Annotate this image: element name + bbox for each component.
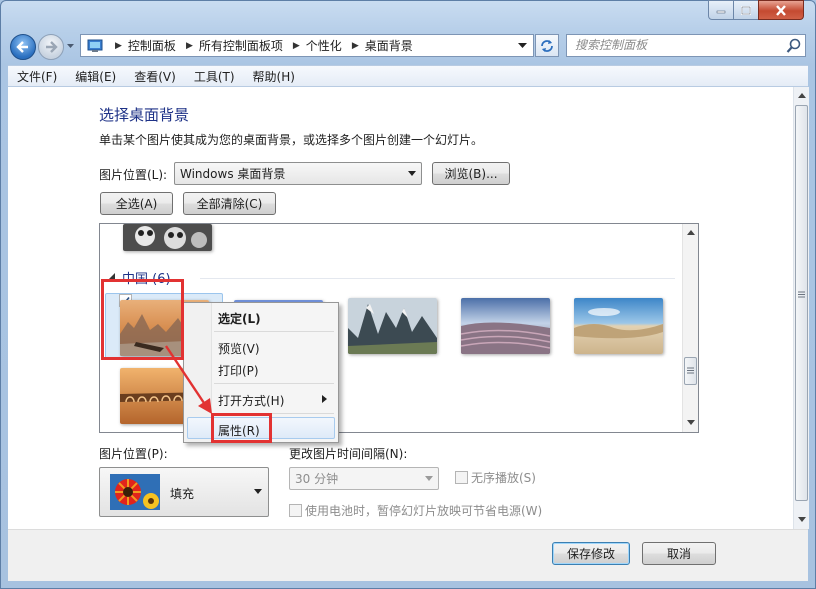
page-title: 选择桌面背景 xyxy=(99,106,190,124)
minimize-button[interactable] xyxy=(708,0,734,20)
menu-view[interactable]: 查看(V) xyxy=(125,68,185,85)
flower-preview-icon xyxy=(110,474,160,510)
scroll-up-icon[interactable] xyxy=(687,230,695,235)
wallpaper-thumb-top[interactable] xyxy=(123,224,212,251)
scroll-grip-icon xyxy=(687,367,694,374)
back-button[interactable] xyxy=(10,34,36,60)
breadcrumb-arrow-icon[interactable]: ▶ xyxy=(186,41,193,51)
arrow-right-icon xyxy=(46,41,58,53)
menu-item-open-with[interactable]: 打开方式(H) xyxy=(218,392,284,409)
recent-pages-chevron-icon[interactable] xyxy=(66,43,75,49)
menu-item-print[interactable]: 打印(P) xyxy=(218,362,259,379)
menu-separator xyxy=(214,331,334,332)
browse-button[interactable]: 浏览(B)... xyxy=(432,162,510,185)
breadcrumb-arrow-icon[interactable]: ▶ xyxy=(352,41,359,51)
menu-item-preview[interactable]: 预览(V) xyxy=(218,340,260,357)
breadcrumb-desktop-background[interactable]: 桌面背景 xyxy=(365,37,413,54)
shuffle-label: 无序播放(S) xyxy=(471,471,536,485)
breadcrumb-personalization[interactable]: 个性化 xyxy=(306,37,342,54)
clear-all-button[interactable]: 全部清除(C) xyxy=(183,192,276,215)
chevron-down-icon xyxy=(254,489,262,494)
scroll-down-icon[interactable] xyxy=(798,517,806,522)
position-select-value: 填充 xyxy=(170,487,195,501)
menu-edit[interactable]: 编辑(E) xyxy=(66,68,125,85)
position-label: 图片位置(P): xyxy=(99,447,168,461)
breadcrumb-arrow-icon[interactable]: ▶ xyxy=(293,41,300,51)
position-select[interactable]: 填充 xyxy=(99,467,269,517)
menu-separator xyxy=(214,383,334,384)
wallpaper-thumb-terraces[interactable] xyxy=(461,298,550,354)
breadcrumb-all-items[interactable]: 所有控制面板项 xyxy=(199,37,283,54)
shuffle-checkbox[interactable] xyxy=(455,471,468,484)
address-bar[interactable]: ▶ 控制面板 ▶ 所有控制面板项 ▶ 个性化 ▶ 桌面背景 xyxy=(80,34,534,57)
page-subtitle: 单击某个图片使其成为您的桌面背景，或选择多个图片创建一个幻灯片。 xyxy=(99,133,484,147)
address-dropdown-icon[interactable] xyxy=(518,43,527,49)
cancel-button[interactable]: 取消 xyxy=(642,542,716,565)
forward-button[interactable] xyxy=(38,34,64,60)
page-scrollbar-thumb[interactable] xyxy=(795,105,808,501)
control-panel-icon xyxy=(87,39,103,52)
menu-item-select[interactable]: 选定(L) xyxy=(218,310,261,327)
scroll-up-icon[interactable] xyxy=(798,93,806,98)
interval-select[interactable]: 30 分钟 xyxy=(289,467,439,490)
group-divider xyxy=(200,278,675,279)
arrow-left-icon xyxy=(16,41,28,53)
breadcrumb-control-panel[interactable]: 控制面板 xyxy=(128,37,176,54)
select-all-button[interactable]: 全选(A) xyxy=(100,192,173,215)
scroll-grip-icon xyxy=(798,291,805,298)
scroll-down-icon[interactable] xyxy=(687,420,695,425)
annotation-box-properties xyxy=(211,413,272,443)
gallery-scrollbar[interactable] xyxy=(682,224,698,432)
chevron-down-icon xyxy=(425,476,433,481)
menu-help[interactable]: 帮助(H) xyxy=(244,68,304,85)
search-input[interactable]: 搜索控制面板 xyxy=(566,34,806,57)
chevron-down-icon xyxy=(408,171,416,176)
save-changes-button[interactable]: 保存修改 xyxy=(552,542,630,565)
maximize-icon xyxy=(741,5,751,15)
maximize-button[interactable] xyxy=(733,0,759,20)
interval-label: 更改图片时间间隔(N): xyxy=(289,447,408,461)
menu-tools[interactable]: 工具(T) xyxy=(185,68,244,85)
menu-file[interactable]: 文件(F) xyxy=(8,68,66,85)
page-scrollbar[interactable] xyxy=(793,87,809,529)
location-select[interactable]: Windows 桌面背景 xyxy=(174,162,422,185)
annotation-arrow xyxy=(165,345,212,414)
location-label: 图片位置(L): xyxy=(99,168,168,182)
close-icon xyxy=(776,4,786,16)
refresh-button[interactable] xyxy=(535,34,559,57)
breadcrumb-arrow-icon[interactable]: ▶ xyxy=(115,41,122,51)
submenu-arrow-icon xyxy=(322,395,327,403)
minimize-icon xyxy=(716,10,726,14)
location-select-value: Windows 桌面背景 xyxy=(180,167,286,181)
refresh-icon xyxy=(541,39,553,52)
search-icon[interactable] xyxy=(786,38,802,54)
battery-label: 使用电池时，暂停幻灯片放映可节省电源(W) xyxy=(305,504,543,518)
wallpaper-thumb-desert[interactable] xyxy=(574,298,663,354)
close-button[interactable] xyxy=(758,0,804,20)
interval-select-value: 30 分钟 xyxy=(295,472,339,486)
wallpaper-thumb-mountains[interactable] xyxy=(348,298,437,354)
battery-checkbox[interactable] xyxy=(289,504,302,517)
menu-bar: 文件(F) 编辑(E) 查看(V) 工具(T) 帮助(H) xyxy=(8,65,808,87)
